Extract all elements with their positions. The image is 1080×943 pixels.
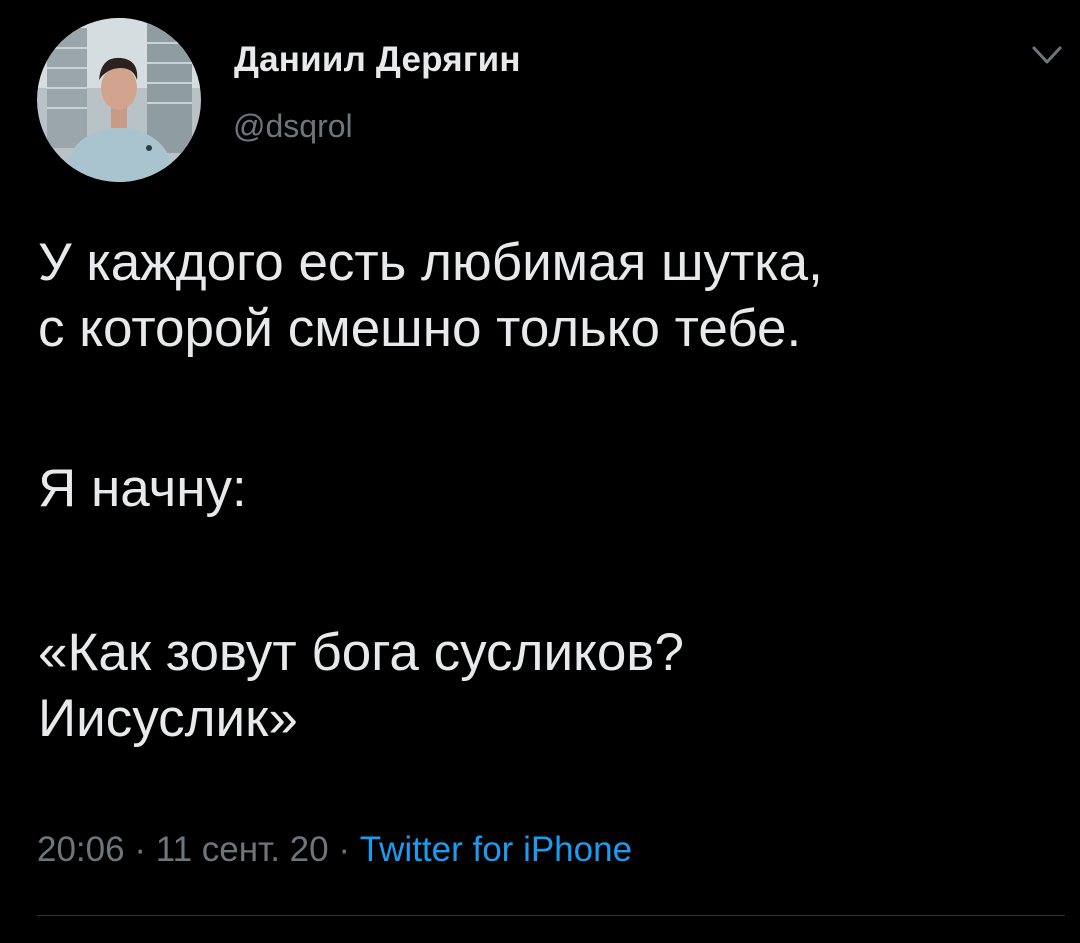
author-name[interactable]: Даниил Дерягин — [234, 40, 521, 80]
meta-separator: · — [124, 830, 156, 869]
tweet-date[interactable]: 11 сент. 20 — [156, 830, 329, 869]
avatar-photo — [37, 18, 201, 182]
tweet-time[interactable]: 20:06 — [37, 830, 125, 869]
tweet-text-line: Я начну: — [38, 459, 247, 518]
tweet-text-line: Иисуслик» — [38, 689, 298, 748]
tweet-text: У каждого есть любимая шутка, с которой … — [38, 230, 1068, 752]
author-handle[interactable]: @dsqrol — [233, 108, 353, 145]
chevron-down-icon[interactable] — [1026, 38, 1068, 72]
tweet-text-line: «Как зовут бога сусликов? — [38, 623, 684, 682]
tweet: Даниил Дерягин @dsqrol У каждого есть лю… — [0, 0, 1080, 943]
tweet-text-line: с которой смешно только тебе. — [38, 299, 802, 358]
avatar[interactable] — [37, 18, 201, 182]
tweet-text-line: У каждого есть любимая шутка, — [38, 233, 823, 292]
tweet-source-link[interactable]: Twitter for iPhone — [360, 830, 632, 869]
meta-separator: · — [328, 830, 360, 869]
divider — [37, 915, 1065, 916]
tweet-meta: 20:06 · 11 сент. 20 · Twitter for iPhone — [37, 830, 632, 870]
